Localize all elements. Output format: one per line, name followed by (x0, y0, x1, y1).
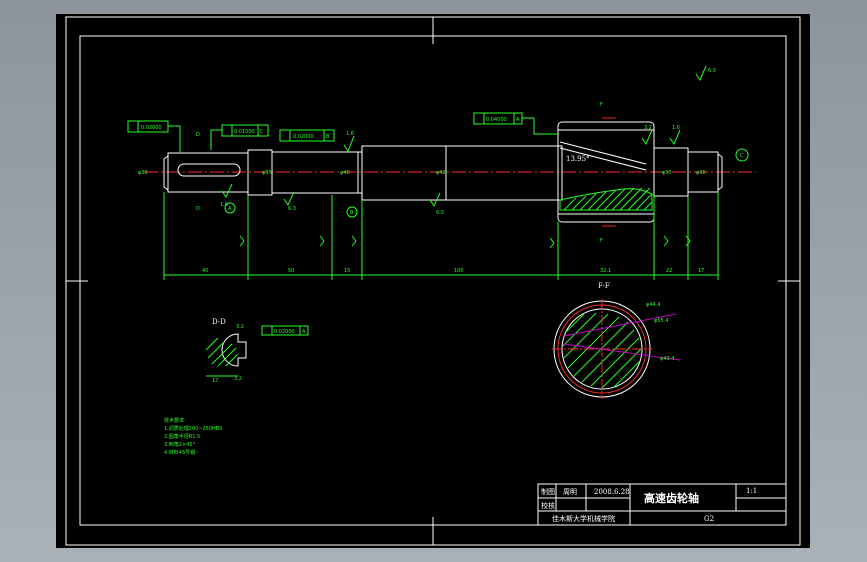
shaft-main-view: φ30 φ35 φ40 φ42 φ35 φ30 13.95° F F D D A… (127, 65, 756, 280)
shaft-section-1 (167, 152, 249, 193)
svg-text:3.倒角2×45°: 3.倒角2×45° (164, 441, 196, 448)
svg-text:C: C (260, 129, 264, 135)
drawing-scale: 1:1 (746, 487, 757, 495)
cut-label-d-top: D (196, 132, 200, 138)
svg-text:3.2: 3.2 (644, 125, 652, 131)
svg-text:φ42: φ42 (436, 170, 446, 176)
drawing-sheet: φ30 φ35 φ40 φ42 φ35 φ30 13.95° F F D D A… (56, 14, 810, 548)
svg-text:0.04000: 0.04000 (486, 117, 507, 123)
helix-angle: 13.95° (566, 155, 590, 163)
datum-a: A (228, 206, 232, 212)
part-name: 高速齿轮轴 (644, 491, 699, 505)
dimension-lines (163, 192, 719, 280)
svg-text:φ30: φ30 (138, 170, 148, 176)
datum-b: B (350, 210, 354, 216)
svg-text:40: 40 (202, 268, 208, 274)
school-name: 佳木斯大学机械学院 (552, 514, 615, 523)
svg-text:F-F: F-F (598, 282, 610, 290)
trim-border (65, 16, 801, 546)
svg-text:17: 17 (212, 378, 218, 384)
svg-text:1.6: 1.6 (346, 131, 354, 137)
svg-text:50: 50 (288, 268, 294, 274)
svg-text:φ49.4: φ49.4 (660, 356, 674, 362)
svg-text:技术要求: 技术要求 (164, 417, 184, 424)
svg-text:A: A (302, 329, 306, 335)
svg-text:0.01500: 0.01500 (234, 129, 255, 135)
section-dd: D-D 0.02000 A 3.2 17 3.2 (205, 318, 309, 384)
svg-text:1.6: 1.6 (220, 202, 228, 208)
svg-text:校核: 校核 (541, 501, 555, 510)
section-ff: F-F φ44.4 φ55.4 φ49.4 (552, 282, 681, 399)
sheet-number: G2 (704, 515, 714, 523)
svg-text:φ30: φ30 (696, 170, 706, 176)
svg-text:A: A (516, 117, 520, 123)
svg-text:1.6: 1.6 (672, 125, 680, 131)
cad-drawing: φ30 φ35 φ40 φ42 φ35 φ30 13.95° F F D D A… (65, 16, 801, 546)
cut-label-f-bottom: F (600, 238, 603, 244)
svg-text:6.3: 6.3 (708, 68, 716, 74)
svg-text:φ55.4: φ55.4 (654, 318, 668, 324)
svg-text:100: 100 (454, 268, 464, 274)
shaft-section-4 (361, 145, 563, 201)
svg-text:22: 22 (666, 268, 672, 274)
svg-text:B: B (326, 134, 330, 140)
svg-text:15: 15 (344, 268, 350, 274)
tolerance-frame-3: 0.02000 B (279, 129, 335, 142)
svg-text:制图: 制图 (541, 487, 555, 496)
svg-text:6.3: 6.3 (436, 210, 444, 216)
tolerance-frame-4: 0.04000 A (473, 112, 558, 135)
keyway-slot (177, 163, 241, 177)
svg-text:0.02000: 0.02000 (293, 134, 314, 140)
svg-text:φ40: φ40 (340, 170, 350, 176)
tolerance-frame-2: 0.01500 C (210, 124, 269, 150)
svg-text:6.3: 6.3 (288, 206, 296, 212)
svg-text:0.02000: 0.02000 (141, 125, 162, 131)
tech-notes: 技术要求 1.调质处理200~250HBS 2.圆角半径R1.5 3.倒角2×4… (164, 417, 222, 456)
cut-label-d-bottom: D (196, 206, 200, 212)
svg-text:17: 17 (698, 268, 704, 274)
svg-text:周明: 周明 (563, 488, 577, 496)
svg-text:3.2: 3.2 (234, 376, 242, 382)
tolerance-frame-1: 0.02000 (127, 120, 181, 153)
svg-text:3.2: 3.2 (236, 324, 244, 330)
svg-text:φ35: φ35 (662, 170, 672, 176)
svg-text:2008.6.28: 2008.6.28 (594, 488, 630, 496)
datum-c: C (740, 153, 744, 159)
svg-text:φ44.4: φ44.4 (646, 302, 660, 308)
roughness-marks (221, 65, 707, 249)
title-block: 制图 周明 2008.6.28 校核 高速齿轮轴 1:1 佳木斯大学机械学院 G… (537, 483, 787, 526)
cut-label-f-top: F (600, 102, 603, 108)
svg-text:32.1: 32.1 (600, 268, 611, 274)
svg-text:0.02000: 0.02000 (274, 329, 295, 335)
svg-text:φ35: φ35 (262, 170, 272, 176)
svg-text:2.圆角半径R1.5: 2.圆角半径R1.5 (164, 433, 200, 440)
shaft-left-chamfer (163, 155, 169, 191)
svg-text:D-D: D-D (212, 318, 226, 326)
svg-text:4.材料45号钢: 4.材料45号钢 (164, 449, 195, 456)
svg-text:1.调质处理200~250HBS: 1.调质处理200~250HBS (164, 425, 222, 432)
